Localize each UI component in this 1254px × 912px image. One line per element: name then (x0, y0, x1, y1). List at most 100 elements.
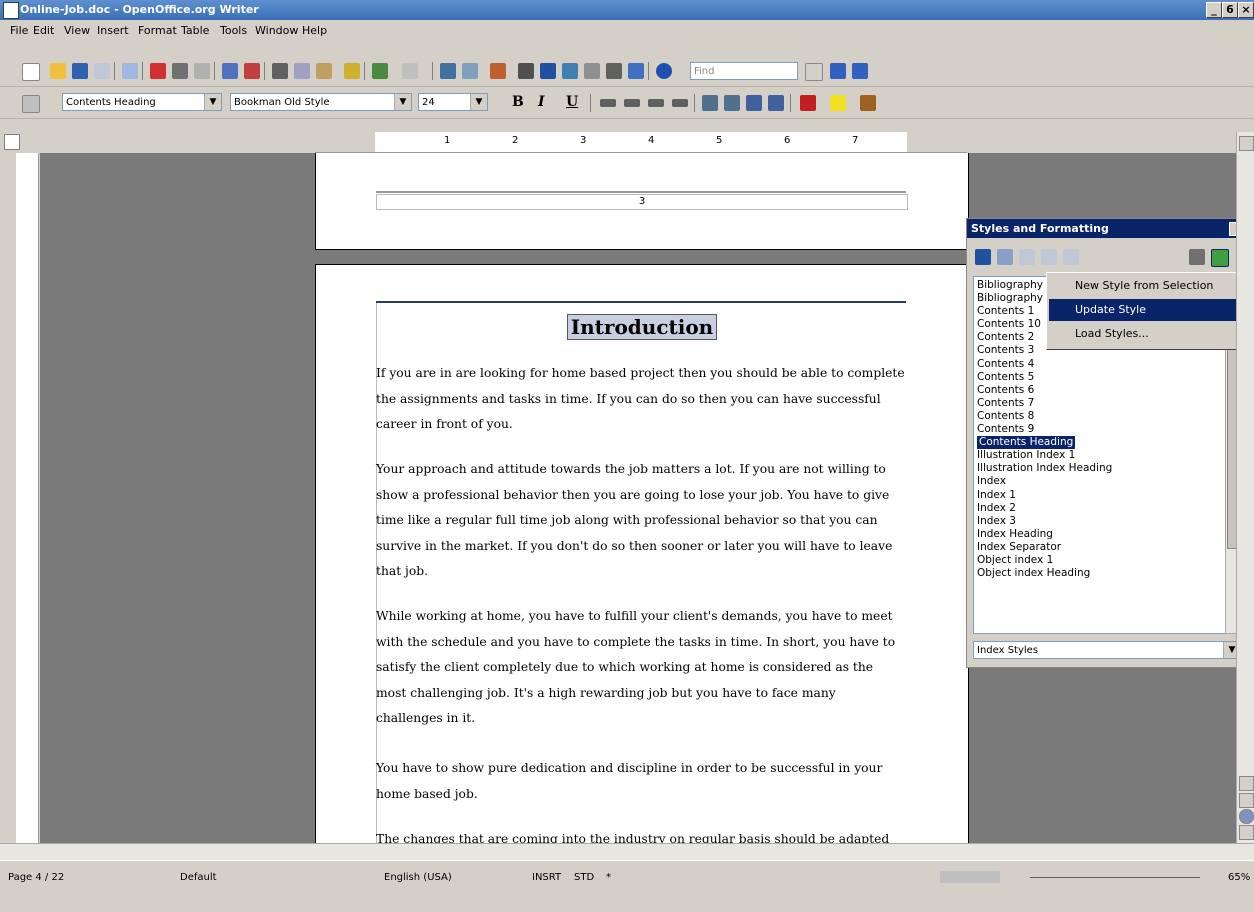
menu-tools[interactable]: Tools (220, 24, 247, 37)
style-item[interactable]: Illustration Index 1 (974, 449, 1226, 462)
nonprinting-characters-icon[interactable] (606, 63, 622, 79)
scroll-up-icon[interactable] (1239, 136, 1254, 151)
style-item[interactable]: Object index 1 (974, 554, 1226, 567)
format-paintbrush-icon[interactable] (344, 63, 360, 79)
chevron-down-icon[interactable]: ▼ (204, 94, 221, 110)
style-item[interactable]: Index (974, 475, 1226, 488)
menu-item-update-style[interactable]: Update Style (1049, 299, 1239, 321)
navigation-icon[interactable] (1239, 809, 1254, 824)
spellcheck-icon[interactable] (222, 63, 238, 79)
zoom-icon[interactable] (628, 63, 644, 79)
style-item[interactable]: Object index Heading (974, 567, 1226, 580)
next-page-icon[interactable] (1239, 825, 1254, 840)
character-styles-icon[interactable] (997, 249, 1013, 265)
list-styles-icon[interactable] (1063, 249, 1079, 265)
export-pdf-icon[interactable] (150, 63, 166, 79)
language-indicator[interactable]: English (USA) (384, 872, 452, 883)
email-icon[interactable] (94, 63, 110, 79)
horizontal-ruler[interactable]: 1 2 3 4 5 6 7 (315, 132, 967, 153)
style-item[interactable]: Contents 7 (974, 397, 1226, 410)
style-item[interactable]: Index Separator (974, 541, 1226, 554)
background-color-icon[interactable] (860, 95, 876, 111)
paragraph-5[interactable]: The changes that are coming into the ind… (376, 827, 906, 843)
align-left-icon[interactable] (600, 99, 616, 107)
menu-help[interactable]: Help (302, 24, 327, 37)
menu-window[interactable]: Window (255, 24, 298, 37)
minimize-button[interactable]: _ (1206, 2, 1222, 18)
save-icon[interactable] (72, 63, 88, 79)
print-preview-icon[interactable] (194, 63, 210, 79)
paste-icon[interactable] (316, 63, 332, 79)
paragraph-styles-icon[interactable] (975, 249, 991, 265)
menu-file[interactable]: File (10, 24, 28, 37)
menu-edit[interactable]: Edit (33, 24, 54, 37)
menu-item-new-style-from-selection[interactable]: New Style from Selection (1049, 275, 1239, 297)
find-input[interactable]: Find (690, 62, 798, 80)
draw-functions-icon[interactable] (490, 63, 506, 79)
style-item[interactable]: Contents 4 (974, 358, 1226, 371)
align-center-icon[interactable] (624, 99, 640, 107)
navigator-icon[interactable] (540, 63, 556, 79)
style-item[interactable]: Contents 8 (974, 410, 1226, 423)
chevron-down-icon[interactable]: ▼ (470, 94, 487, 110)
help-icon[interactable] (656, 63, 672, 79)
autospellcheck-icon[interactable] (244, 63, 260, 79)
align-right-icon[interactable] (648, 99, 664, 107)
page-styles-icon[interactable] (1041, 249, 1057, 265)
find-dropdown-icon[interactable] (805, 63, 823, 81)
data-sources-icon[interactable] (584, 63, 600, 79)
styles-formatting-icon[interactable] (22, 95, 40, 113)
paragraph-3[interactable]: While working at home, you have to fulfi… (376, 604, 906, 732)
menu-item-load-styles[interactable]: Load Styles... (1049, 323, 1239, 345)
paragraph-style-select[interactable]: Contents Heading ▼ (62, 93, 222, 111)
chevron-down-icon[interactable]: ▼ (394, 94, 411, 110)
zoom-level[interactable]: 65% (1228, 872, 1250, 883)
copy-icon[interactable] (294, 63, 310, 79)
style-filter-select[interactable]: Index Styles ▼ (973, 641, 1241, 659)
numbering-icon[interactable] (702, 95, 718, 111)
zoom-slider[interactable] (1030, 877, 1200, 878)
style-item-selected[interactable]: Contents Heading (977, 436, 1076, 450)
new-document-icon[interactable] (22, 63, 40, 81)
style-item[interactable]: Index 1 (974, 489, 1226, 502)
table-icon[interactable] (462, 63, 478, 79)
undo-icon[interactable] (372, 63, 388, 79)
print-icon[interactable] (172, 63, 188, 79)
menu-table[interactable]: Table (181, 24, 209, 37)
page-indicator[interactable]: Page 4 / 22 (8, 872, 64, 883)
increase-indent-icon[interactable] (768, 95, 784, 111)
selection-mode-indicator[interactable]: STD (574, 872, 594, 883)
menu-view[interactable]: View (64, 24, 90, 37)
scroll-down-icon[interactable] (1239, 776, 1254, 791)
close-button[interactable]: × (1238, 2, 1254, 18)
paragraph-1[interactable]: If you are in are looking for home based… (376, 361, 906, 438)
restore-button[interactable]: 6 (1222, 2, 1238, 18)
frame-styles-icon[interactable] (1019, 249, 1035, 265)
font-color-icon[interactable] (800, 95, 816, 111)
open-folder-icon[interactable] (50, 63, 66, 79)
vertical-scrollbar[interactable] (1236, 132, 1254, 843)
tab-stop-selector[interactable] (4, 134, 20, 150)
style-item[interactable]: Illustration Index Heading (974, 462, 1226, 475)
horizontal-scrollbar[interactable] (0, 843, 1254, 861)
font-size-select[interactable]: 24 ▼ (418, 93, 488, 111)
new-style-menu-icon[interactable] (1211, 249, 1229, 267)
find-previous-icon[interactable] (852, 63, 868, 79)
fill-format-mode-icon[interactable] (1189, 249, 1205, 265)
cut-icon[interactable] (272, 63, 288, 79)
highlighting-icon[interactable] (830, 95, 846, 111)
previous-page-icon[interactable] (1239, 793, 1254, 808)
gallery-icon[interactable] (562, 63, 578, 79)
introduction-heading[interactable]: Introduction (566, 314, 718, 340)
font-name-select[interactable]: Bookman Old Style ▼ (230, 93, 412, 111)
menu-insert[interactable]: Insert (97, 24, 129, 37)
find-replace-icon[interactable] (518, 63, 534, 79)
style-item[interactable]: Index 2 (974, 502, 1226, 515)
menu-format[interactable]: Format (138, 24, 177, 37)
underline-button[interactable]: U (566, 94, 578, 110)
style-item[interactable]: Contents 9 (974, 423, 1226, 436)
style-item[interactable]: Contents 5 (974, 371, 1226, 384)
paragraph-2[interactable]: Your approach and attitude towards the j… (376, 457, 906, 585)
page-4[interactable]: Introduction If you are in are looking f… (315, 264, 969, 843)
hyperlink-icon[interactable] (440, 63, 456, 79)
